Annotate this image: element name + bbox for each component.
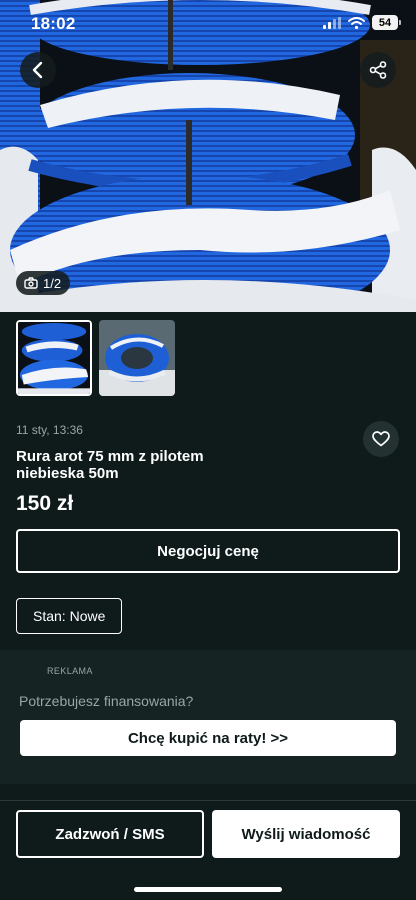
installments-button[interactable]: Chcę kupić na raty! >>: [20, 720, 396, 756]
home-indicator[interactable]: [134, 887, 282, 892]
status-time: 18:02: [31, 14, 76, 33]
listing-price: 150 zł: [16, 492, 74, 515]
share-button[interactable]: [360, 52, 396, 88]
share-icon: [369, 61, 387, 79]
chevron-left-icon: [32, 61, 43, 79]
thumbnail-2-image: [99, 320, 175, 396]
signal-icon: [323, 16, 341, 29]
ad-section: REKLAMA Potrzebujesz finansowania? Chcę …: [0, 650, 416, 784]
listing-date: 11 sty, 13:36: [16, 423, 83, 437]
listing-title: Rura arot 75 mm z pilotem niebieska 50m: [16, 448, 204, 482]
condition-badge: Stan: Nowe: [16, 598, 123, 634]
status-bar: 18:02 54: [0, 0, 416, 48]
send-message-button[interactable]: Wyślij wiadomość: [212, 810, 400, 858]
wifi-icon: [348, 16, 365, 29]
thumbnail-strip: [16, 320, 175, 396]
photo-counter-text: 1/2: [43, 275, 62, 291]
camera-icon: [24, 277, 38, 289]
ad-question: Potrzebujesz finansowania?: [19, 693, 194, 709]
negotiate-price-button[interactable]: Negocjuj cenę: [16, 529, 400, 573]
listing-photo[interactable]: 18:02 54 1/2: [0, 0, 416, 312]
bottom-action-bar: Zadzwoń / SMS Wyślij wiadomość: [0, 800, 416, 900]
thumbnail-2[interactable]: [99, 320, 175, 396]
ad-label: REKLAMA: [47, 666, 93, 676]
heart-icon: [372, 431, 390, 447]
back-button[interactable]: [20, 52, 56, 88]
thumbnail-1-image: [18, 322, 90, 394]
thumbnail-1[interactable]: [16, 320, 92, 396]
favorite-button[interactable]: [363, 421, 399, 457]
status-icons: 54: [323, 15, 401, 30]
photo-counter: 1/2: [16, 271, 71, 295]
battery-icon: 54: [372, 15, 401, 30]
call-sms-button[interactable]: Zadzwoń / SMS: [16, 810, 204, 858]
